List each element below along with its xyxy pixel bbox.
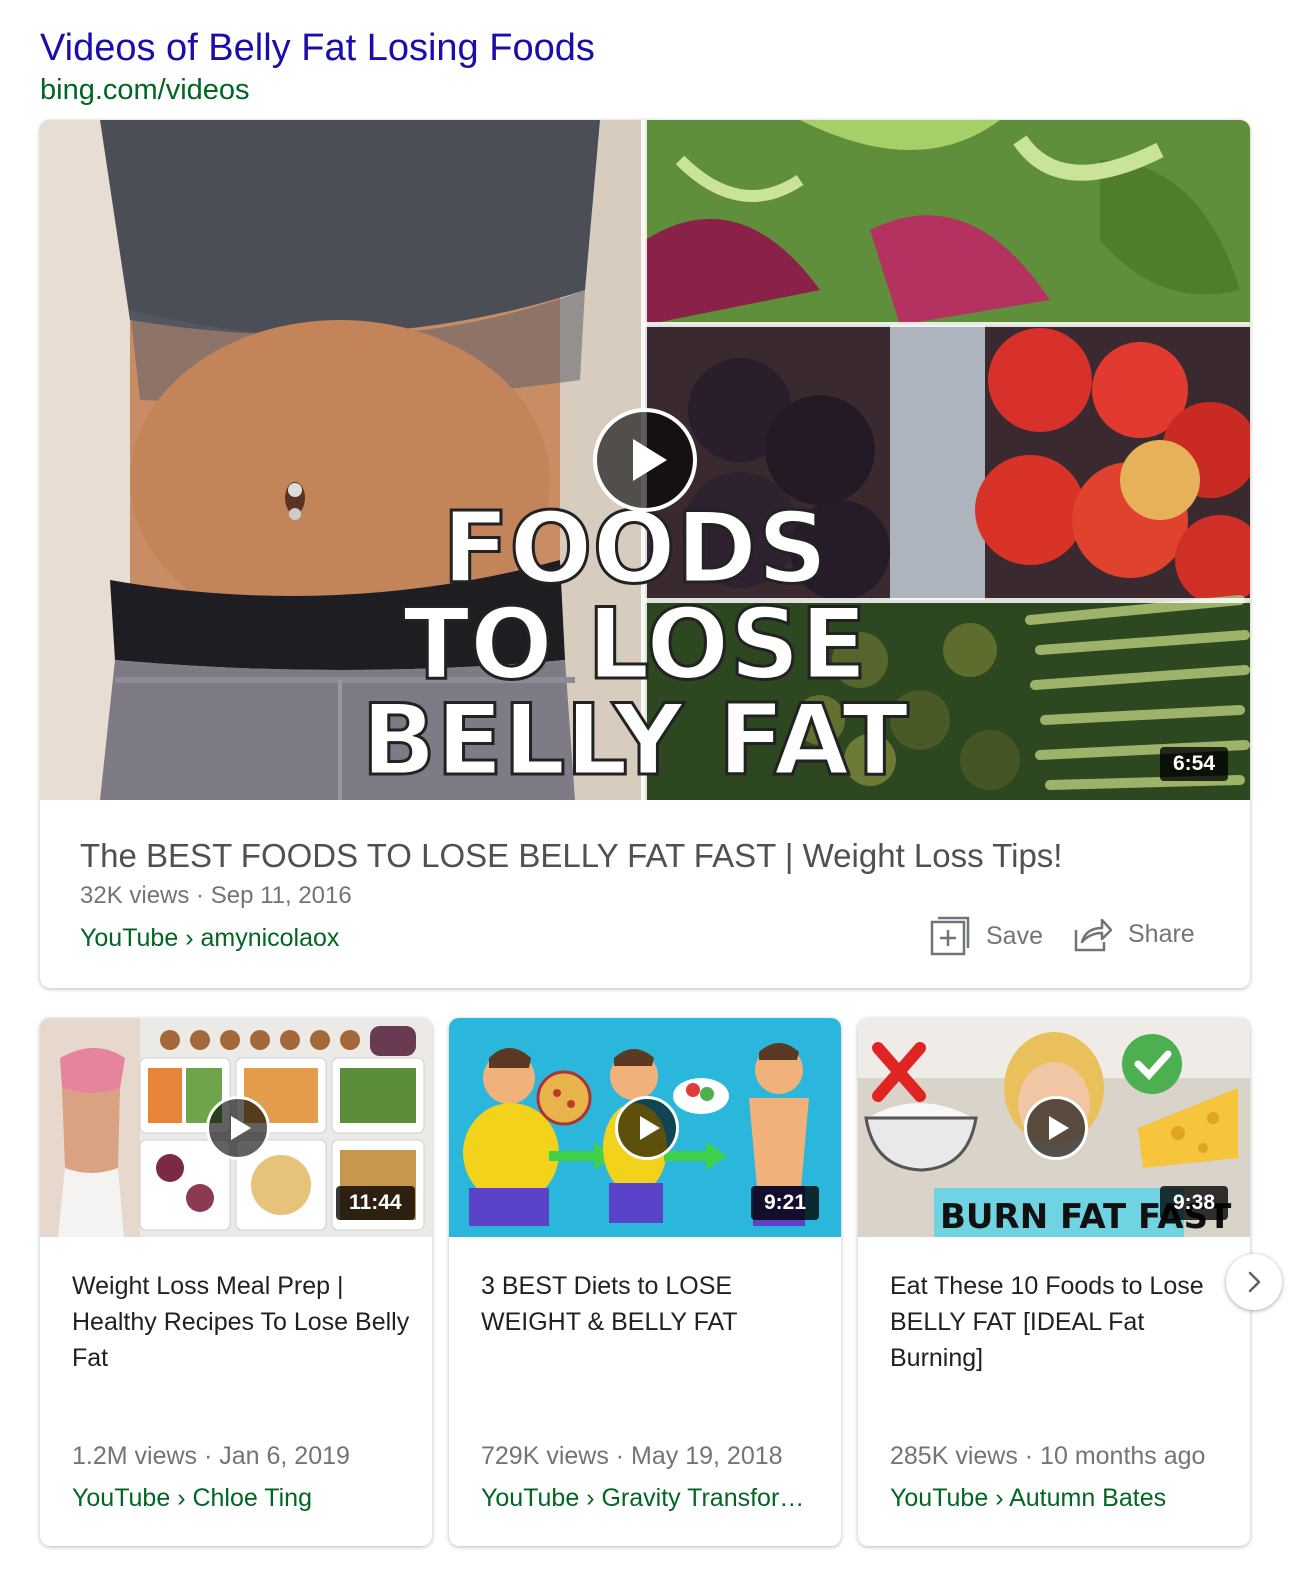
featured-video-thumbnail[interactable]: FOODS TO LOSE BELLY FAT 6:54 xyxy=(40,120,1250,800)
featured-video-source[interactable]: YouTube › amynicolaox xyxy=(80,922,339,954)
video-results-source-url: bing.com/videos xyxy=(40,74,250,106)
video-card[interactable]: 11:44 Weight Loss Meal Prep | Healthy Re… xyxy=(40,1018,432,1546)
video-results-header: Videos of Belly Fat Losing Foods bing.co… xyxy=(40,26,595,108)
video-card[interactable]: BURN FAT FAST 9:38 Eat These 10 Foods to… xyxy=(858,1018,1250,1546)
duration-badge: 9:38 xyxy=(1160,1186,1229,1220)
thumbnail-text-line-3: BELLY FAT xyxy=(361,684,908,798)
play-icon xyxy=(231,1116,251,1140)
video-title[interactable]: 3 BEST Diets to LOSE WEIGHT & BELLY FAT xyxy=(481,1268,821,1340)
video-title[interactable]: Eat These 10 Foods to Lose BELLY FAT [ID… xyxy=(890,1268,1230,1376)
video-meta: 285K views · 10 months ago xyxy=(890,1442,1206,1470)
video-card[interactable]: 9:21 3 BEST Diets to LOSE WEIGHT & BELLY… xyxy=(449,1018,841,1546)
save-label: Save xyxy=(986,921,1043,950)
video-meta: 729K views · May 19, 2018 xyxy=(481,1442,783,1470)
featured-video-card[interactable]: FOODS TO LOSE BELLY FAT 6:54 The BEST FO… xyxy=(40,120,1250,988)
video-thumbnail[interactable]: 9:21 xyxy=(449,1018,841,1237)
chevron-right-icon xyxy=(1248,1271,1261,1293)
video-source[interactable]: YouTube › Autumn Bates xyxy=(890,1482,1166,1514)
play-button[interactable] xyxy=(615,1096,679,1160)
video-meta: 1.2M views · Jan 6, 2019 xyxy=(72,1442,350,1470)
duration-badge: 11:44 xyxy=(336,1186,415,1220)
share-icon xyxy=(1074,918,1112,952)
video-results-title-link[interactable]: Videos of Belly Fat Losing Foods xyxy=(40,26,595,70)
play-icon xyxy=(1049,1116,1069,1140)
share-button[interactable]: Share xyxy=(1072,916,1195,952)
carousel-next-button[interactable] xyxy=(1226,1254,1282,1310)
duration-badge: 9:21 xyxy=(751,1186,820,1220)
featured-video-meta: 32K views · Sep 11, 2016 xyxy=(80,882,352,909)
play-button[interactable] xyxy=(206,1096,270,1160)
play-icon xyxy=(633,439,667,481)
featured-duration-badge: 6:54 xyxy=(1160,747,1229,781)
video-source[interactable]: YouTube › Gravity Transfor… xyxy=(481,1482,804,1514)
video-thumbnail[interactable]: BURN FAT FAST 9:38 xyxy=(858,1018,1250,1237)
share-label: Share xyxy=(1128,919,1195,948)
video-title[interactable]: Weight Loss Meal Prep | Healthy Recipes … xyxy=(72,1268,412,1376)
video-thumbnail[interactable]: 11:44 xyxy=(40,1018,432,1237)
video-source[interactable]: YouTube › Chloe Ting xyxy=(72,1482,312,1514)
play-icon xyxy=(640,1116,660,1140)
save-icon xyxy=(930,916,970,956)
save-button[interactable]: Save xyxy=(930,916,1043,956)
featured-play-button[interactable] xyxy=(593,408,697,512)
play-button[interactable] xyxy=(1024,1096,1088,1160)
featured-video-title[interactable]: The BEST FOODS TO LOSE BELLY FAT FAST | … xyxy=(80,834,1062,878)
